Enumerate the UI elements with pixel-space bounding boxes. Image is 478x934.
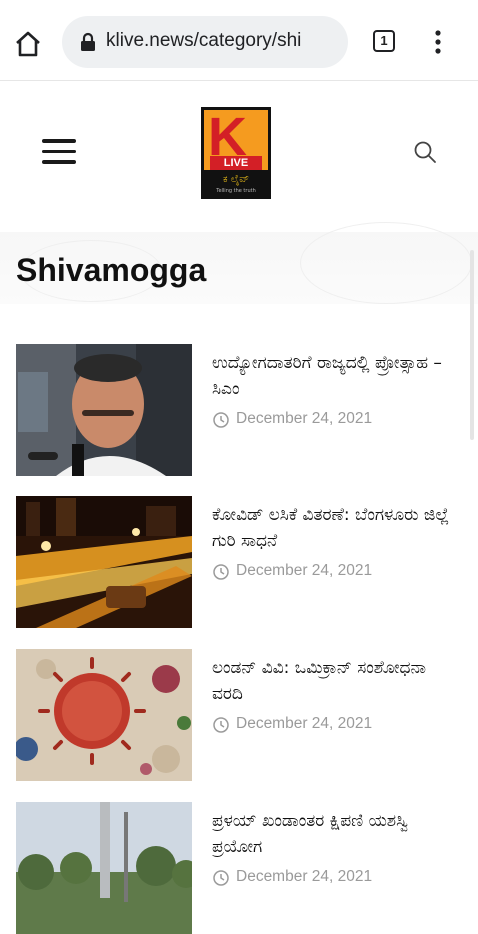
article-item[interactable]: ಉದ್ಯೋಗದಾತರಿಗೆ ರಾಜ್ಯದಲ್ಲಿ ಪ್ರೋತ್ಸಾಹ – ಸಿಎ… bbox=[16, 344, 456, 476]
logo-live: LIVE bbox=[210, 156, 262, 170]
article-item[interactable]: ಪ್ರಳಯ್ ಖಂಡಾಂತರ ಕ್ಷಿಪಣಿ ಯಶಸ್ವಿ ಪ್ರಯೋಗ Dec… bbox=[16, 802, 456, 934]
browser-toolbar: klive.news/category/shi 1 bbox=[0, 0, 478, 81]
home-icon[interactable] bbox=[12, 28, 44, 60]
site-header: K LIVE ಕ ಲೈವ್ Telling the truth bbox=[0, 81, 478, 231]
clock-icon bbox=[213, 870, 229, 886]
category-banner: Shivamogga bbox=[0, 222, 478, 304]
article-headline[interactable]: ಕೋವಿಡ್ ಲಸಿಕೆ ವಿತರಣೆ: ಬೆಂಗಳೂರು ಜಿಲ್ಲೆ ಗುರ… bbox=[212, 502, 452, 554]
clock-icon bbox=[213, 717, 229, 733]
url-text: klive.news/category/shi bbox=[106, 30, 302, 51]
article-thumbnail[interactable] bbox=[16, 496, 192, 628]
article-thumbnail[interactable] bbox=[16, 649, 192, 781]
site-logo[interactable]: K LIVE ಕ ಲೈವ್ Telling the truth bbox=[201, 107, 271, 199]
article-date: December 24, 2021 bbox=[236, 715, 373, 732]
page-title: Shivamogga bbox=[16, 252, 207, 288]
logo-tagline: Telling the truth bbox=[216, 188, 256, 194]
scrollbar[interactable] bbox=[470, 250, 474, 440]
lock-icon bbox=[81, 32, 95, 51]
clock-icon bbox=[213, 564, 229, 580]
menu-icon[interactable] bbox=[42, 139, 76, 167]
logo-kannada: ಕ ಲೈವ್ bbox=[223, 174, 249, 185]
article-date: December 24, 2021 bbox=[236, 868, 373, 885]
article-headline[interactable]: ಲಂಡನ್ ವಿವಿ: ಒಮಿಕ್ರಾನ್ ಸಂಶೋಧನಾ ವರದಿ bbox=[212, 655, 452, 707]
more-vert-icon[interactable] bbox=[426, 28, 450, 56]
article-thumbnail[interactable] bbox=[16, 802, 192, 934]
article-date: December 24, 2021 bbox=[236, 562, 373, 579]
article-headline[interactable]: ಪ್ರಳಯ್ ಖಂಡಾಂತರ ಕ್ಷಿಪಣಿ ಯಶಸ್ವಿ ಪ್ರಯೋಗ bbox=[212, 808, 452, 860]
tab-switcher-button[interactable]: 1 bbox=[373, 30, 395, 52]
article-date: December 24, 2021 bbox=[236, 410, 373, 427]
clock-icon bbox=[213, 412, 229, 428]
search-icon[interactable] bbox=[412, 139, 438, 165]
article-item[interactable]: ಕೋವಿಡ್ ಲಸಿಕೆ ವಿತರಣೆ: ಬೆಂಗಳೂರು ಜಿಲ್ಲೆ ಗುರ… bbox=[16, 496, 456, 628]
article-thumbnail[interactable] bbox=[16, 344, 192, 476]
article-item[interactable]: ಲಂಡನ್ ವಿವಿ: ಒಮಿಕ್ರಾನ್ ಸಂಶೋಧನಾ ವರದಿ Decem… bbox=[16, 649, 456, 781]
address-bar[interactable]: klive.news/category/shi bbox=[62, 16, 348, 68]
article-headline[interactable]: ಉದ್ಯೋಗದಾತರಿಗೆ ರಾಜ್ಯದಲ್ಲಿ ಪ್ರೋತ್ಸಾಹ – ಸಿಎ… bbox=[212, 350, 452, 402]
